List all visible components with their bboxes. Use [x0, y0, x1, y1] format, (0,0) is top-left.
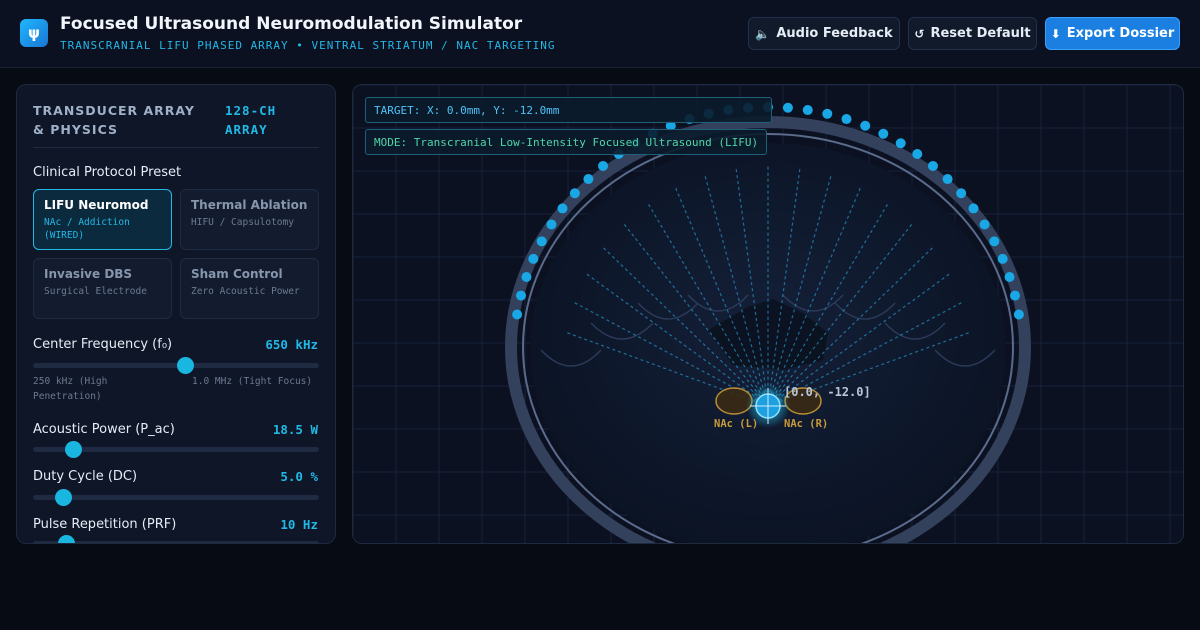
duty-cycle-label: Duty Cycle (DC) [33, 469, 138, 484]
preset-name: Thermal Ablation [191, 198, 308, 212]
transducer-element [557, 203, 568, 214]
transducer-element [782, 102, 793, 113]
target-coordinates-hud: TARGET: X: 0.0mm, Y: -12.0mm [365, 97, 772, 123]
transducer-element [895, 138, 906, 149]
transducer-element [1004, 271, 1015, 282]
preset-lifu-neuromod[interactable]: LIFU Neuromod NAc / Addiction (WIRED) [33, 189, 172, 250]
slider-thumb[interactable] [55, 489, 73, 506]
transducer-element [802, 105, 813, 116]
transducer-element [536, 236, 547, 247]
preset-desc: Zero Acoustic Power [191, 286, 300, 297]
pulse-repetition-label: Pulse Repetition (PRF) [33, 517, 177, 532]
transducer-element [583, 174, 594, 185]
transducer-element [956, 188, 967, 199]
transducer-element [968, 203, 979, 214]
channel-count-badge: 128-CH ARRAY [225, 103, 277, 137]
transducer-element [546, 219, 557, 230]
duty-cycle-slider[interactable] [33, 489, 319, 506]
pulse-repetition-slider[interactable] [33, 535, 319, 543]
preset-desc: HIFU / Capsulotomy [191, 217, 294, 228]
transducer-element [512, 309, 523, 320]
preset-desc: Surgical Electrode [44, 286, 147, 297]
transducer-element [997, 253, 1008, 264]
app-logo-icon: ψ [20, 19, 48, 47]
focus-coordinate-readout: [0.0, -12.0] [784, 385, 871, 399]
transducer-element [569, 188, 580, 199]
duty-cycle-value: 5.0 % [280, 469, 318, 484]
acoustic-power-value: 18.5 W [272, 422, 318, 437]
frequency-max-hint: 1.0 MHz (Tight Focus) [192, 376, 313, 387]
preset-name: LIFU Neuromod [44, 198, 149, 212]
simulation-viewport[interactable]: [0.0, -12.0] NAc (L) NAc (R) TARGET: X: … [352, 84, 1184, 544]
panel-divider [33, 147, 319, 148]
slider-thumb[interactable] [176, 357, 194, 374]
mode-hud: MODE: Transcranial Low-Intensity Focused… [365, 129, 768, 155]
protocol-preset-label: Clinical Protocol Preset [33, 165, 182, 180]
transducer-element [942, 174, 953, 185]
transducer-element [822, 108, 833, 119]
audio-feedback-button[interactable]: 🔈 Audio Feedback [748, 17, 900, 50]
transducer-element [989, 236, 1000, 247]
center-frequency-label: Center Frequency (f₀) [33, 337, 173, 352]
export-dossier-button[interactable]: ⬇ Export Dossier [1045, 17, 1180, 50]
transducer-element [528, 253, 539, 264]
preset-thermal-ablation[interactable]: Thermal Ablation HIFU / Capsulotomy [180, 189, 319, 250]
transducer-element [927, 160, 938, 171]
slider-thumb[interactable] [57, 535, 75, 543]
reset-default-button[interactable]: ↺ Reset Default [908, 17, 1037, 50]
transducer-element [1013, 309, 1024, 320]
transducer-element [979, 219, 990, 230]
preset-name: Invasive DBS [44, 267, 133, 281]
download-icon: ⬇ [1050, 26, 1061, 41]
preset-desc: NAc / Addiction (WIRED) [44, 217, 130, 241]
transducer-element [521, 271, 532, 282]
transducer-element [1009, 290, 1020, 301]
export-dossier-label: Export Dossier [1066, 26, 1175, 41]
slider-thumb[interactable] [65, 441, 83, 458]
acoustic-power-label: Acoustic Power (P_ac) [33, 422, 175, 437]
speaker-icon: 🔈 [755, 26, 771, 41]
app-subtitle: TRANSCRANIAL LIFU PHASED ARRAY • VENTRAL… [60, 39, 556, 52]
transducer-element [598, 160, 609, 171]
app-header: ψ Focused Ultrasound Neuromodulation Sim… [0, 0, 1200, 68]
preset-name: Sham Control [191, 267, 283, 281]
transducer-element [841, 114, 852, 125]
audio-feedback-label: Audio Feedback [776, 26, 893, 41]
acoustic-power-slider[interactable] [33, 441, 319, 458]
panel-title: TRANSDUCER ARRAY & PHYSICS [33, 103, 195, 137]
transducer-element [516, 290, 527, 301]
transducer-panel: TRANSDUCER ARRAY & PHYSICS 128-CH ARRAY … [16, 84, 336, 544]
transducer-element [878, 128, 889, 139]
nac-right-label: NAc (R) [784, 418, 828, 430]
reset-icon: ↺ [914, 26, 925, 41]
app-title: Focused Ultrasound Neuromodulation Simul… [60, 14, 523, 34]
nac-left-label: NAc (L) [714, 418, 758, 430]
transducer-element [912, 148, 923, 159]
preset-sham-control[interactable]: Sham Control Zero Acoustic Power [180, 258, 319, 319]
center-frequency-slider[interactable] [33, 357, 319, 374]
frequency-min-hint: 250 kHz (High Penetration) [33, 376, 108, 402]
reset-default-label: Reset Default [930, 26, 1031, 41]
pulse-repetition-value: 10 Hz [280, 517, 318, 532]
transducer-element [860, 120, 871, 131]
preset-invasive-dbs[interactable]: Invasive DBS Surgical Electrode [33, 258, 172, 319]
center-frequency-value: 650 kHz [265, 337, 318, 352]
